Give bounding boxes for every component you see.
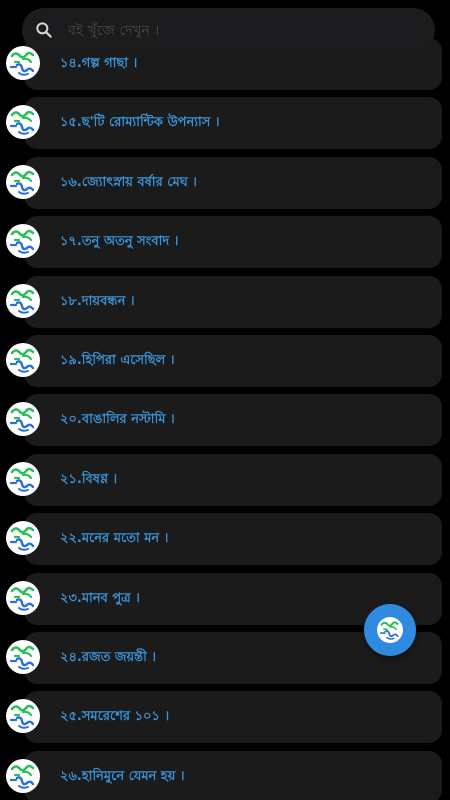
- list-item-title: ২৪.রজত জয়ন্তী ।: [60, 650, 157, 665]
- list-item-title: ২৩.মানব পুত্র ।: [60, 591, 140, 606]
- list-item[interactable]: ২৬.হানিমুনে যেমন হয় ।: [0, 751, 450, 800]
- boi-tong-logo-icon: [6, 224, 40, 258]
- list-item-title: ১৫.ছ'টি রোম্যান্টিক উপন্যাস ।: [60, 115, 220, 130]
- list-item-title: ২০.বাঙালির নস্টামি ।: [60, 412, 175, 427]
- floating-action-button[interactable]: [364, 604, 416, 656]
- list-item-title: ১৯.হিপিরা এসেছিল ।: [60, 353, 175, 368]
- list-item[interactable]: ১৬.জ্যোৎস্নায় বর্ষার মেঘ ।: [0, 157, 450, 209]
- search-bar[interactable]: [22, 8, 435, 54]
- list-item[interactable]: ১৭.তনু অতনু সংবাদ ।: [0, 216, 450, 268]
- list-item-title: ২৬.হানিমুনে যেমন হয় ।: [60, 769, 185, 784]
- list-item[interactable]: ১৮.দায়বন্ধন ।: [0, 276, 450, 328]
- list-item-title: ১৮.দায়বন্ধন ।: [60, 294, 135, 309]
- list-item[interactable]: ১৫.ছ'টি রোম্যান্টিক উপন্যাস ।: [0, 97, 450, 149]
- search-input[interactable]: [66, 8, 420, 54]
- boi-tong-logo-icon: [6, 581, 40, 615]
- list-item-title: ১৬.জ্যোৎস্নায় বর্ষার মেঘ ।: [60, 175, 197, 190]
- list-item[interactable]: ২৫.সমরেশের ১০১ ।: [0, 691, 450, 743]
- boi-tong-logo-icon: [6, 402, 40, 436]
- boi-tong-logo-icon: [6, 46, 40, 80]
- boi-tong-logo-icon: [6, 462, 40, 496]
- search-icon[interactable]: [34, 20, 54, 40]
- book-list[interactable]: ১৪.গল্প গাছা । ১৫.ছ'টি রোম্যান্টিক উপন্যা…: [0, 0, 450, 800]
- list-item-title: ২২.মনের মতো মন ।: [60, 531, 169, 546]
- boi-tong-logo-icon: [6, 105, 40, 139]
- list-item[interactable]: ২২.মনের মতো মন ।: [0, 513, 450, 565]
- boi-tong-logo-icon: [6, 343, 40, 377]
- boi-tong-logo-icon: [6, 640, 40, 674]
- app-screen: ১৪.গল্প গাছা । ১৫.ছ'টি রোম্যান্টিক উপন্যা…: [0, 0, 450, 800]
- list-item[interactable]: ২১.বিষণ্ণ ।: [0, 454, 450, 506]
- list-item[interactable]: ২০.বাঙালির নস্টামি ।: [0, 394, 450, 446]
- list-item-title: ২১.বিষণ্ণ ।: [60, 472, 118, 487]
- boi-tong-logo-icon: [377, 617, 403, 643]
- boi-tong-logo-icon: [6, 165, 40, 199]
- boi-tong-logo-icon: [6, 699, 40, 733]
- boi-tong-logo-icon: [6, 284, 40, 318]
- list-item-title: ২৫.সমরেশের ১০১ ।: [60, 709, 170, 724]
- list-item[interactable]: ১৯.হিপিরা এসেছিল ।: [0, 335, 450, 387]
- boi-tong-logo-icon: [6, 759, 40, 793]
- list-item-title: ১৭.তনু অতনু সংবাদ ।: [60, 234, 179, 249]
- boi-tong-logo-icon: [6, 521, 40, 555]
